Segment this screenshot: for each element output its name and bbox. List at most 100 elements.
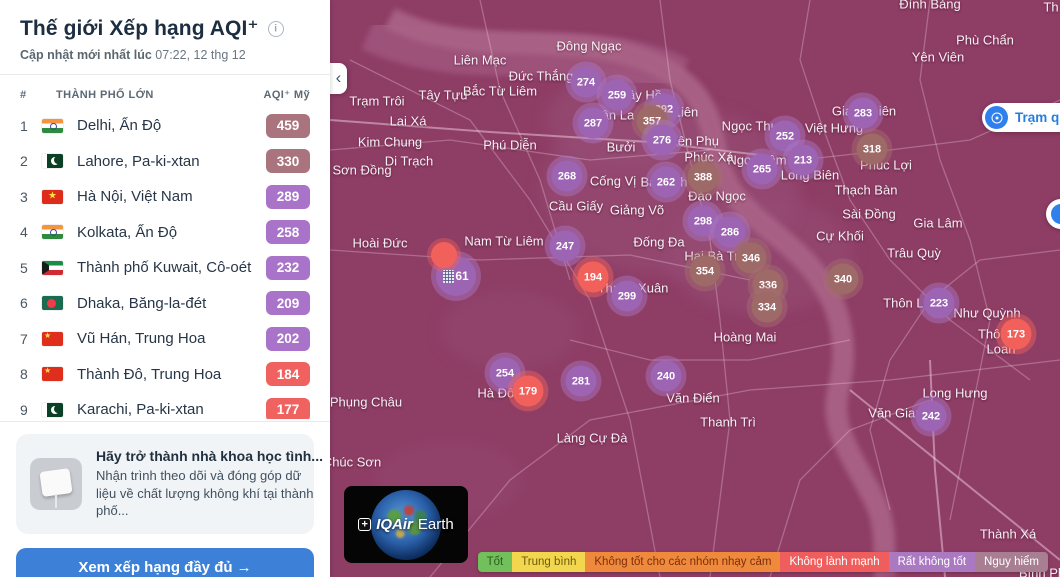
- aqi-marker[interactable]: 334: [752, 292, 783, 323]
- aqi-marker[interactable]: 318: [857, 134, 888, 165]
- aqi-marker[interactable]: 173: [1001, 319, 1032, 350]
- pakistan-flag-icon: [42, 154, 63, 168]
- aqi-marker[interactable]: 240: [651, 361, 682, 392]
- bangladesh-flag-icon: [42, 296, 63, 310]
- view-full-ranking-button[interactable]: Xem xếp hạng đầy đủ →: [16, 548, 314, 577]
- station-toggle-button[interactable]: Trạm quan: [982, 103, 1060, 132]
- city-name: Thành Đô, Trung Hoa: [77, 366, 266, 383]
- ranking-row[interactable]: 8Thành Đô, Trung Hoa184: [0, 357, 330, 393]
- sidebar-collapse-button[interactable]: [330, 63, 347, 94]
- iqair-app: Thế giới Xếp hạng AQI⁺ Cập nhật mới nhất…: [0, 0, 1060, 577]
- aqi-map[interactable]: Đình BảngThPhù ChẩnYên ViênĐông NgạcLiên…: [330, 0, 1060, 577]
- rank-number: 8: [20, 366, 42, 382]
- aqi-marker[interactable]: 268: [552, 161, 583, 192]
- city-name: Hà Nội, Việt Nam: [77, 188, 266, 205]
- marker-value: 240: [657, 370, 675, 382]
- marker-value: 340: [834, 273, 852, 285]
- ranking-row[interactable]: 6Dhaka, Băng-la-đét209: [0, 286, 330, 322]
- kuwait-flag-icon: [42, 261, 63, 275]
- rank-number: 7: [20, 331, 42, 347]
- ranking-row[interactable]: 2Lahore, Pa-ki-xtan330: [0, 144, 330, 180]
- marker-value: 223: [930, 297, 948, 309]
- aqi-marker[interactable]: 223: [924, 288, 955, 319]
- china-flag-icon: [42, 367, 63, 381]
- aqi-marker[interactable]: 247: [550, 231, 581, 262]
- earth-badge-suffix: Earth: [418, 516, 454, 533]
- aqi-marker[interactable]: 262: [651, 167, 682, 198]
- city-name: Lahore, Pa-ki-xtan: [77, 153, 266, 170]
- earth-badge-brand: IQAir: [376, 516, 413, 533]
- last-updated: Cập nhật mới nhất lúc 07:22, 12 thg 12: [20, 48, 310, 62]
- aqi-marker[interactable]: 354: [690, 256, 721, 287]
- marker-value: 61: [455, 269, 468, 283]
- sidebar-header: Thế giới Xếp hạng AQI⁺ Cập nhật mới nhất…: [0, 0, 330, 75]
- marker-value: 247: [556, 240, 574, 252]
- aqi-badge: 258: [266, 220, 310, 244]
- marker-value: 259: [608, 89, 626, 101]
- legend-item: Nguy hiểm: [975, 552, 1048, 572]
- aqi-marker[interactable]: 213: [788, 145, 819, 176]
- marker-value: 262: [657, 176, 675, 188]
- aqi-marker[interactable]: 265: [747, 154, 778, 185]
- aqi-badge: 330: [266, 149, 310, 173]
- divider: [0, 421, 330, 422]
- rank-number: 1: [20, 118, 42, 134]
- aqi-marker[interactable]: 388: [688, 162, 719, 193]
- col-aqi: AQI⁺ Mỹ: [264, 88, 311, 101]
- marker-value: 286: [721, 226, 739, 238]
- vietnam-flag-icon: [42, 190, 63, 204]
- promo-title: Hãy trở thành nhà khoa học tình...: [96, 448, 323, 464]
- aqi-legend: TốtTrung bìnhKhông tốt cho các nhóm nhạy…: [478, 552, 1048, 572]
- last-updated-label: Cập nhật mới nhất lúc: [20, 48, 152, 62]
- legend-item: Không tốt cho các nhóm nhạy cảm: [585, 552, 780, 572]
- aqi-badge: 209: [266, 291, 310, 315]
- pakistan-flag-icon: [42, 403, 63, 417]
- marker-value: 388: [694, 171, 712, 183]
- promo-card[interactable]: Hãy trở thành nhà khoa học tình... Nhận …: [16, 434, 314, 534]
- plus-box-icon: [358, 518, 371, 531]
- aqi-marker[interactable]: 283: [848, 98, 879, 129]
- ranking-row[interactable]: 9Karachi, Pa-ki-xtan177: [0, 392, 330, 419]
- table-header: # THÀNH PHỐ LỚN AQI⁺ Mỹ: [0, 75, 330, 108]
- ranking-row[interactable]: 7Vũ Hán, Trung Hoa202: [0, 321, 330, 357]
- promo-body: Nhận trình theo dõi và đóng góp dữ liệu …: [96, 467, 323, 520]
- station-icon: [985, 106, 1008, 129]
- aqi-marker[interactable]: 194: [578, 262, 609, 293]
- building-icon: [443, 270, 454, 283]
- aqi-marker[interactable]: 274: [571, 67, 602, 98]
- aqi-marker[interactable]: 276: [647, 125, 678, 156]
- ranking-row[interactable]: 1Delhi, Ấn Độ459: [0, 108, 330, 144]
- aqi-marker[interactable]: 286: [715, 217, 746, 248]
- aqi-marker[interactable]: 179: [513, 376, 544, 407]
- marker-value: 194: [584, 271, 602, 283]
- aqi-marker[interactable]: 287: [578, 108, 609, 139]
- marker-value: 287: [584, 117, 602, 129]
- aqi-marker[interactable]: 299: [612, 281, 643, 312]
- aqi-marker[interactable]: 242: [916, 401, 947, 432]
- aqi-marker[interactable]: 281: [566, 366, 597, 397]
- page-title: Thế giới Xếp hạng AQI⁺: [20, 16, 259, 41]
- legend-item: Rất không tốt: [889, 552, 975, 572]
- rank-number: 5: [20, 260, 42, 276]
- earth-badge[interactable]: IQAir Earth: [344, 486, 468, 563]
- station-cluster-marker[interactable]: 61: [436, 256, 476, 296]
- aqi-badge: 289: [266, 185, 310, 209]
- ranking-row[interactable]: 4Kolkata, Ấn Độ258: [0, 215, 330, 251]
- aqi-badge: 177: [266, 398, 310, 419]
- marker-value: 318: [863, 143, 881, 155]
- marker-value: 268: [558, 170, 576, 182]
- marker-value: 336: [759, 279, 777, 291]
- marker-value: 265: [753, 163, 771, 175]
- ranking-row[interactable]: 5Thành phố Kuwait, Cô-oét232: [0, 250, 330, 286]
- marker-value: 299: [618, 290, 636, 302]
- aqi-marker[interactable]: 259: [602, 80, 633, 111]
- info-icon[interactable]: [268, 21, 284, 37]
- marker-value: 281: [572, 375, 590, 387]
- ranking-row[interactable]: 3Hà Nội, Việt Nam289: [0, 179, 330, 215]
- marker-value: 334: [758, 301, 776, 313]
- col-city: THÀNH PHỐ LỚN: [56, 89, 264, 101]
- marker-value: 354: [696, 265, 714, 277]
- aqi-marker[interactable]: 346: [736, 243, 767, 274]
- india-flag-icon: [42, 119, 63, 133]
- aqi-marker[interactable]: 340: [828, 264, 859, 295]
